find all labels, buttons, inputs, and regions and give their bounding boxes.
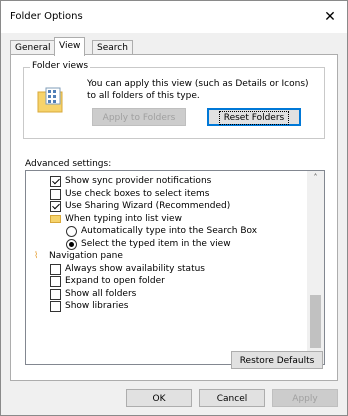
item-label: Show all folders [65,288,137,299]
item-label: When typing into list view [65,213,182,224]
scroll-up-icon[interactable]: ˄ [307,171,324,185]
item-label: Show libraries [65,301,129,311]
navigation-pane-icon: ⌇ [34,251,39,261]
advanced-settings-label: Advanced settings: [25,159,112,169]
folder-views-legend: Folder views [30,61,91,71]
radio-icon[interactable] [66,226,77,237]
checkbox-icon[interactable] [50,201,61,212]
advanced-scrollbar[interactable]: ˄ ˅ [307,171,324,364]
folder-views-description: You can apply this view (such as Details… [87,79,309,101]
item-label: Automatically type into the Search Box [81,226,258,236]
folder-options-dialog: Folder Options ✕ General View Search Fol… [0,0,348,416]
view-tab-page: Folder views You can apply this view (su… [10,54,338,381]
reset-folders-label: Reset Folders [218,111,290,125]
scroll-thumb[interactable] [310,295,321,348]
tab-general[interactable]: General [10,40,56,55]
apply-button[interactable]: Apply [272,389,338,407]
item-label: Use check boxes to select items [65,188,210,199]
folder-views-icon [37,87,63,113]
item-label: Always show availability status [65,263,205,274]
cancel-button[interactable]: Cancel [199,389,265,407]
radio-icon[interactable] [66,238,77,250]
ok-button[interactable]: OK [126,389,192,407]
checkbox-icon[interactable] [50,276,61,287]
checkbox-icon[interactable] [50,288,61,300]
restore-defaults-button[interactable]: Restore Defaults [231,351,323,369]
folder-icon [50,214,61,223]
title-bar: Folder Options ✕ [1,1,347,33]
checkbox-icon[interactable] [50,263,61,275]
item-label: Show sync provider notifications [65,176,212,186]
reset-folders-button[interactable]: Reset Folders [207,108,301,126]
checkbox-icon[interactable] [50,176,61,187]
close-icon[interactable]: ✕ [319,6,341,28]
advanced-settings-list[interactable]: Show sync provider notifications Use chec… [25,170,325,365]
item-label: Select the typed item in the view [81,238,231,249]
tab-view[interactable]: View [54,37,86,56]
checkbox-icon[interactable] [50,188,61,200]
tab-search[interactable]: Search [92,40,133,55]
window-title: Folder Options [10,11,83,22]
checkbox-icon[interactable] [50,301,61,312]
item-label: Use Sharing Wizard (Recommended) [65,201,231,211]
apply-to-folders-button[interactable]: Apply to Folders [92,108,186,126]
item-label: Expand to open folder [65,276,165,286]
folder-views-group: Folder views You can apply this view (su… [23,61,325,139]
item-label: Navigation pane [49,251,123,261]
